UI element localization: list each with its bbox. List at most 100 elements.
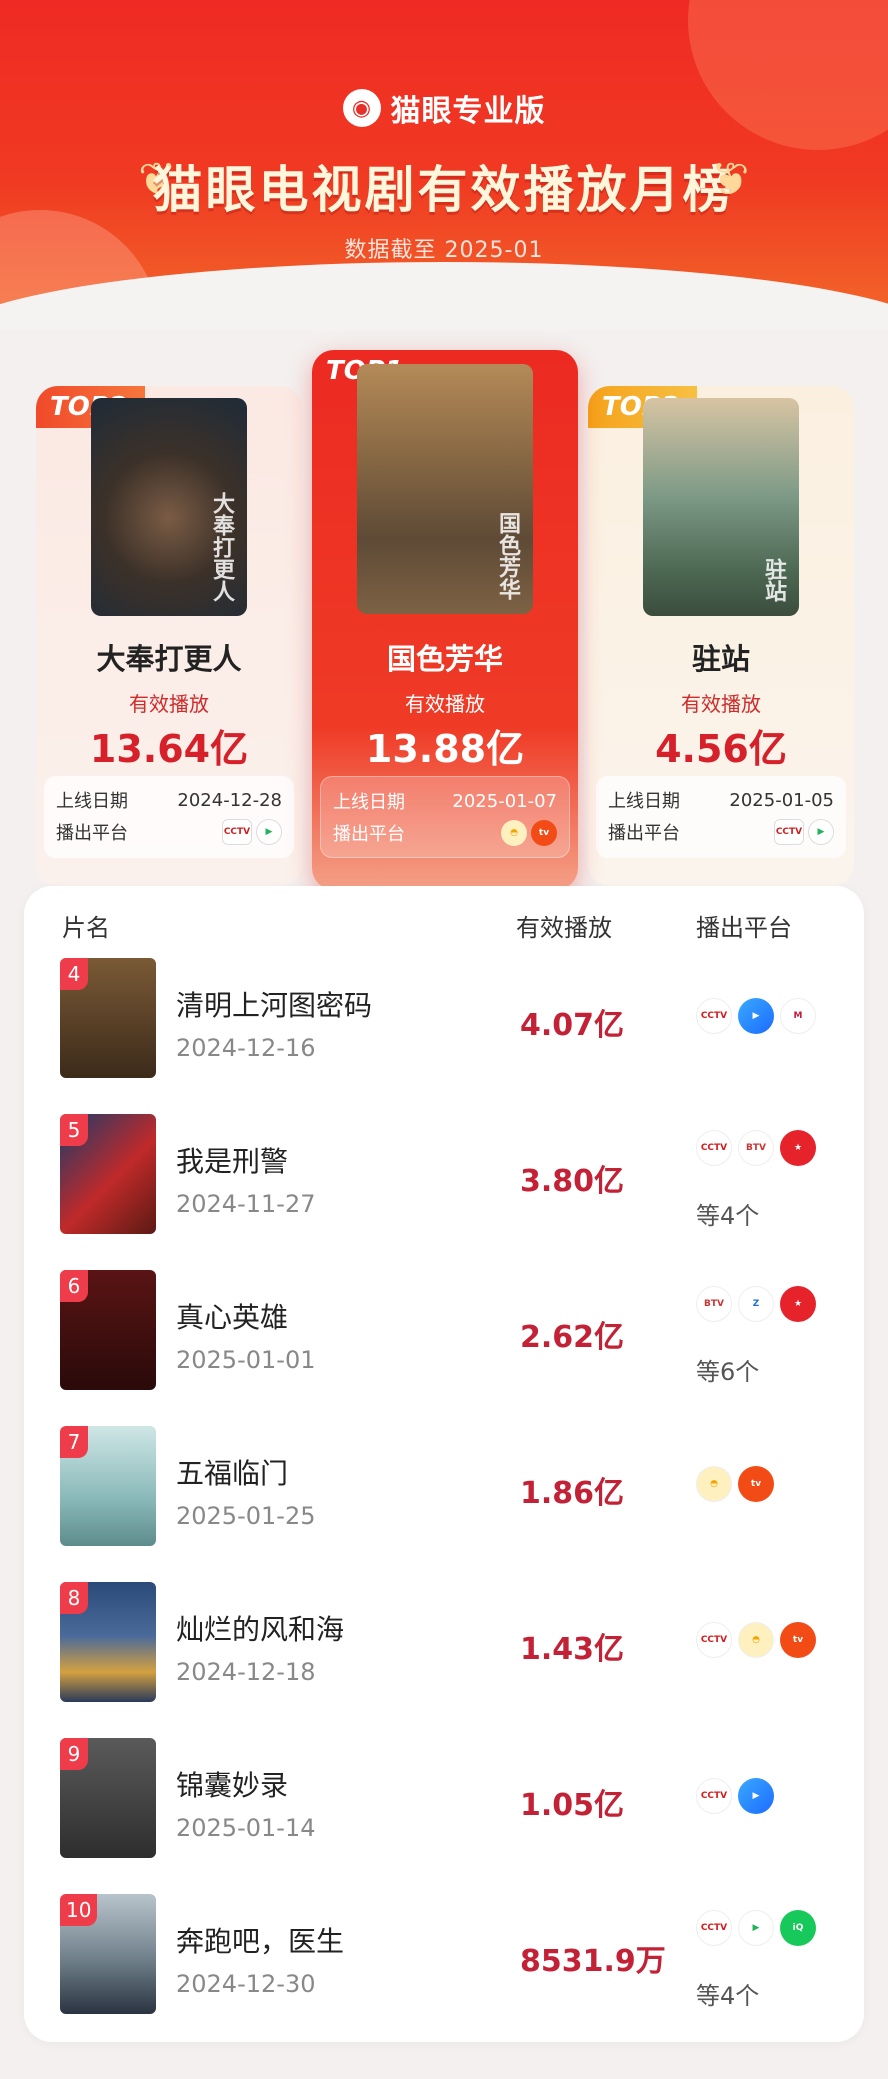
top3-plays-label: 有效播放: [681, 692, 761, 716]
plays-value: 1.05亿: [520, 1788, 625, 1823]
release-date-value: 2024-12-28: [177, 789, 282, 811]
header-plays-column: 有效播放: [516, 914, 612, 942]
red-star-icon: ★: [780, 1130, 816, 1166]
rank-badge: 4: [60, 958, 88, 990]
data-cutoff-subtitle: 数据截至 2025-01: [344, 238, 544, 263]
top1-plays-value: 13.88亿: [365, 727, 525, 771]
drama-title: 五福临门: [176, 1457, 289, 1490]
brand-name: 猫眼专业版: [390, 94, 546, 129]
iqiyi-icon: iQ: [780, 1910, 816, 1946]
top1-plays-label: 有效播放: [405, 692, 485, 716]
drama-title: 真心英雄: [176, 1301, 289, 1334]
plays-value: 3.80亿: [520, 1164, 625, 1199]
cctv1-icon: CCTV: [696, 1130, 732, 1166]
poster-title-art: 国色芳华: [495, 512, 520, 600]
more-platforms-count: 等4个: [696, 1202, 760, 1230]
zhejiang-tv-icon: Z: [738, 1286, 774, 1322]
platform-label: 播出平台: [608, 823, 680, 844]
platform-icons: CCTV ◓ tv: [696, 1622, 816, 1658]
rank-badge: 9: [60, 1738, 88, 1770]
drama-title: 锦囊妙录: [176, 1769, 289, 1802]
list-item[interactable]: 4 清明上河图密码 2024-12-16 4.07亿 CCTV ▶ M: [24, 958, 864, 1114]
cctv8-icon: CCTV: [696, 1910, 732, 1946]
red-star-icon: ★: [780, 1286, 816, 1322]
header-platform-column: 播出平台: [696, 914, 792, 942]
cctv1-icon: CCTV: [696, 1622, 732, 1658]
mango-tv-icon: ◓: [738, 1622, 774, 1658]
release-date-label: 上线日期: [56, 791, 128, 812]
ranking-list: 片名 有效播放 播出平台 4 清明上河图密码 2024-12-16 4.07亿 …: [24, 886, 864, 2042]
youku-icon: ▶: [738, 1778, 774, 1814]
plays-value: 1.43亿: [520, 1632, 625, 1667]
list-item[interactable]: 10 奔跑吧，医生 2024-12-30 8531.9万 CCTV ▶ iQ 等…: [24, 1894, 864, 2050]
top2-poster[interactable]: 大奉打更人: [91, 398, 247, 616]
tencent-video-icon: ▶: [808, 819, 834, 845]
drama-thumbnail: 9: [60, 1738, 156, 1858]
list-item[interactable]: 8 灿烂的风和海 2024-12-18 1.43亿 CCTV ◓ tv: [24, 1582, 864, 1738]
mango-tv-icon: ◓: [696, 1466, 732, 1502]
page-title: 猫眼电视剧有效播放月榜: [152, 161, 736, 219]
top3-poster[interactable]: 驻站: [643, 398, 799, 616]
more-platforms-count: 等6个: [696, 1358, 760, 1386]
more-platforms-count: 等4个: [696, 1982, 760, 2010]
drama-thumbnail: 10: [60, 1894, 156, 2014]
release-date: 2025-01-25: [176, 1502, 316, 1530]
drama-thumbnail: 6: [60, 1270, 156, 1390]
top2-card[interactable]: TOP2 大奉打更人 大奉打更人 有效播放 13.64亿 上线日期 2024-1…: [36, 386, 302, 886]
poster-title-art: 驻站: [761, 558, 786, 602]
release-date-label: 上线日期: [608, 791, 680, 812]
platform-icons: ◓ tv: [696, 1466, 774, 1502]
platform-icons: CCTV BTV ★: [696, 1130, 816, 1166]
plays-value: 4.07亿: [520, 1008, 625, 1043]
release-date: 2024-12-30: [176, 1970, 316, 1998]
brand: ◉ 猫眼专业版: [0, 86, 888, 130]
platform-icons: CCTV ▶ M: [696, 998, 816, 1034]
list-item[interactable]: 5 我是刑警 2024-11-27 3.80亿 CCTV BTV ★ 等4个: [24, 1114, 864, 1270]
cctv8-icon: CCTV: [222, 819, 252, 845]
mangotv-red-icon: tv: [738, 1466, 774, 1502]
cctv8-icon: CCTV: [774, 819, 804, 845]
release-date: 2025-01-01: [176, 1346, 316, 1374]
platform-label: 播出平台: [333, 824, 405, 845]
top2-plays-value: 13.64亿: [89, 727, 249, 771]
platform-icons: BTV Z ★: [696, 1286, 816, 1322]
top3-info-box: 上线日期 2025-01-05 播出平台 CCTV ▶: [596, 776, 846, 858]
tencent-video-icon: ▶: [738, 1910, 774, 1946]
platform-icons: CCTV ▶: [696, 1778, 774, 1814]
top1-poster[interactable]: 国色芳华: [357, 364, 533, 614]
drama-thumbnail: 5: [60, 1114, 156, 1234]
drama-title: 我是刑警: [176, 1145, 289, 1178]
release-date: 2025-01-14: [176, 1814, 316, 1842]
header-title-column: 片名: [62, 914, 110, 942]
plays-value: 2.62亿: [520, 1320, 625, 1355]
laurel-right-icon: ❦: [711, 152, 750, 206]
top2-title: 大奉打更人: [96, 642, 242, 676]
rank-badge: 10: [60, 1894, 98, 1926]
release-date-value: 2025-01-07: [452, 790, 557, 812]
mango-tv-icon: ◓: [501, 820, 527, 846]
top2-info-box: 上线日期 2024-12-28 播出平台 CCTV ▶: [44, 776, 294, 858]
top1-card[interactable]: TOP1 国色芳华 国色芳华 有效播放 13.88亿 上线日期 2025-01-…: [312, 350, 578, 890]
list-item[interactable]: 6 真心英雄 2025-01-01 2.62亿 BTV Z ★ 等6个: [24, 1270, 864, 1426]
list-item[interactable]: 7 五福临门 2025-01-25 1.86亿 ◓ tv: [24, 1426, 864, 1582]
poster-title-art: 大奉打更人: [209, 492, 234, 602]
plays-value: 8531.9万: [520, 1944, 666, 1979]
mangotv-red-icon: tv: [531, 820, 557, 846]
release-date: 2024-11-27: [176, 1190, 316, 1218]
top3-title: 驻站: [691, 642, 750, 676]
top3-plays-value: 4.56亿: [655, 727, 787, 771]
top1-info-box: 上线日期 2025-01-07 播出平台 ◓ tv: [320, 776, 570, 858]
mangotv-red-icon: tv: [780, 1622, 816, 1658]
release-date-value: 2025-01-05: [729, 789, 834, 811]
rank-badge: 8: [60, 1582, 88, 1614]
top3-card[interactable]: TOP3 驻站 驻站 有效播放 4.56亿 上线日期 2025-01-05 播出…: [588, 386, 854, 886]
youku-icon: ▶: [738, 998, 774, 1034]
platform-icons: CCTV ▶ iQ: [696, 1910, 816, 1946]
list-header: 片名 有效播放 播出平台: [24, 908, 864, 948]
rank-badge: 6: [60, 1270, 88, 1302]
plays-value: 1.86亿: [520, 1476, 625, 1511]
list-item[interactable]: 9 锦囊妙录 2025-01-14 1.05亿 CCTV ▶: [24, 1738, 864, 1894]
cat-eye-logo-icon: ◉: [342, 89, 381, 127]
top2-plays-label: 有效播放: [129, 692, 209, 716]
rank-badge: 7: [60, 1426, 88, 1458]
